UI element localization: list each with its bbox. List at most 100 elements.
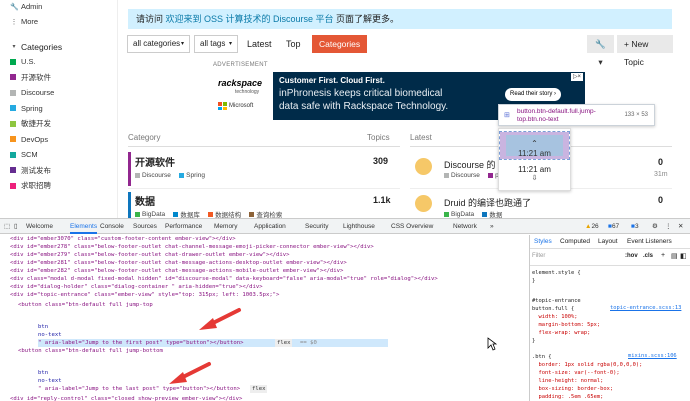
style-rule-line[interactable]: box-sizing: border-box; [530,385,690,393]
style-rule-line[interactable]: width: 100%; [530,313,690,321]
styles-filter-input[interactable]: Filter [532,253,612,263]
device-toggle-icon[interactable]: ▯ [14,219,18,234]
tab-console[interactable]: Console [100,219,124,234]
subcategory-tag[interactable]: Discourse [135,172,171,179]
subcategory-tag[interactable]: Spring [179,172,205,179]
tab-lighthouse[interactable]: Lighthouse [343,219,375,234]
tab-welcome[interactable]: Welcome [26,219,53,234]
rendering-icon[interactable]: ▤ [671,252,678,260]
layout-tab[interactable]: Layout [598,238,618,245]
tab-memory[interactable]: Memory [214,219,237,234]
sidebar-item-category[interactable]: Discourse [0,86,118,99]
jump-bottom-button[interactable]: 11:21 am ⇩ [500,165,569,189]
new-topic-button[interactable]: + New Topic [617,35,673,67]
class-toggle[interactable]: .cls [643,253,653,259]
styles-pane: Styles Computed Layout Event Listeners F… [529,235,690,401]
latest-topic-title[interactable]: Druid 的编译也跑通了 [444,196,531,209]
dom-node-line[interactable]: <button class="btn-default full jump-bot… [18,347,163,355]
dom-node-line[interactable]: <div id="reply-control" class="closed sh… [10,395,242,401]
style-rule-line[interactable]: line-height: normal; [530,377,690,385]
tab-application[interactable]: Application [254,219,286,234]
flex-badge[interactable]: flex [250,385,268,393]
dom-node-line[interactable]: no-text [38,377,62,385]
sidebar-toggle-icon[interactable]: ◧ [680,252,687,260]
dom-node-line[interactable]: <div id="ember3070" class="custom-footer… [10,235,236,243]
computed-tab[interactable]: Computed [560,238,590,245]
category-row[interactable]: 数据 BigData 数据库 数据结构 查询检索 1.1k [128,192,400,219]
style-rule-line[interactable]: flex-wrap: wrap; [530,329,690,337]
ad-cta-button[interactable]: Read their story › [505,88,562,101]
tab-security[interactable]: Security [305,219,328,234]
more-tabs-icon[interactable]: » [490,219,494,234]
divider [530,265,690,266]
dom-node-line[interactable]: <div class="modal d-modal fixed-modal hi… [10,275,438,283]
kebab-menu-icon[interactable]: ⋮ [665,219,672,234]
latest-topic-row[interactable]: Druid 的编译也跑通了 BigData 数据 0 [410,192,672,219]
tab-sources[interactable]: Sources [133,219,157,234]
sidebar-item-category[interactable]: 敏捷开发 [0,117,118,130]
style-rule-line[interactable]: font-size: var(--font-0); [530,369,690,377]
avatar[interactable] [415,158,432,175]
dom-node-line[interactable]: " aria-label="Jump to the last post" typ… [38,385,240,393]
sidebar-item-category[interactable]: 开源软件 [0,71,118,84]
tab-css-overview[interactable]: CSS Overview [391,219,433,234]
dom-node-line[interactable]: <div id="topic-entrance" class="ember-vi… [10,291,279,299]
dom-node-line[interactable]: " aria-label="Jump to the first post" ty… [38,339,388,347]
elements-tree[interactable]: <div id="ember3070" class="custom-footer… [0,235,528,401]
categories-section-header[interactable]: ▾ Categories [0,40,118,53]
dom-node-line[interactable]: btn [38,323,48,331]
nav-categories[interactable]: Categories [312,35,368,53]
topic-category-tag[interactable]: BigData [444,211,474,218]
subcategory-tag[interactable]: BigData [135,211,165,218]
ad-choices-icon[interactable]: ▷× [571,73,583,81]
dom-node-line[interactable]: <div id="ember279" class="below-footer-o… [10,251,290,259]
category-name[interactable]: 开源软件 [135,154,175,169]
topic-category-tag[interactable]: Discourse [444,172,480,179]
category-name[interactable]: 数据 [135,193,155,208]
inspect-icon[interactable]: ⬚ [4,219,10,234]
flex-badge[interactable]: flex [275,339,293,347]
info-badge[interactable]: ■3 [631,219,639,234]
dom-node-line[interactable]: <div id="ember282" class="below-footer-o… [10,267,343,275]
category-dropdown[interactable]: all categories ▾ [127,35,190,53]
inspector-tooltip: ⊞ button.btn-default.full.jump-top.btn.n… [498,104,655,126]
gear-icon[interactable]: ⚙ [652,219,658,234]
dom-node-line[interactable]: btn [38,369,48,377]
errors-badge[interactable]: ■67 [608,219,619,234]
avatar[interactable] [415,195,432,212]
styles-tab[interactable]: Styles [534,238,552,245]
dom-node-line[interactable]: <div id="ember281" class="below-footer-o… [10,259,347,267]
close-icon[interactable]: ✕ [678,219,683,234]
sidebar-item-category[interactable]: 求职招聘 [0,179,118,192]
hover-state-toggle[interactable]: :hov [625,253,638,259]
tab-elements[interactable]: Elements [70,219,98,234]
dom-node-line[interactable]: <div id="dialog-holder" class="dialog-co… [10,283,263,291]
tag-dropdown[interactable]: all tags ▾ [194,35,238,53]
tab-network[interactable]: Network [453,219,477,234]
sidebar-item-category[interactable]: 测试发布 [0,164,118,177]
sidebar-item-admin[interactable]: 🔧 Admin [0,0,118,13]
sidebar-item-category[interactable]: SCM [0,148,118,161]
admin-wrench-button[interactable]: 🔧▾ [587,35,614,67]
event-listeners-tab[interactable]: Event Listeners [627,238,672,245]
dom-node-line[interactable]: no-text [38,331,62,339]
warnings-badge[interactable]: ▲26 [585,219,599,234]
tab-performance[interactable]: Performance [165,219,202,234]
add-rule-icon[interactable]: + [661,252,665,259]
category-row[interactable]: 开源软件 Discourse Spring 309 [128,152,400,190]
jump-top-button[interactable]: ⌃ 11:21 am [499,131,570,160]
style-rule-line[interactable]: border: 1px solid rgba(0,0,0,0); [530,361,690,369]
banner-link[interactable]: 欢迎来到 OSS 计算技术的 Discourse 平台 [166,14,334,24]
style-source-link[interactable]: topic-entrance.scss:13 [610,305,681,311]
style-rule-line[interactable]: margin-bottom: 5px; [530,321,690,329]
latest-topic-title[interactable]: Discourse 的 [444,158,496,171]
sidebar-item-category[interactable]: Spring [0,102,118,115]
dom-node-line[interactable]: <button class="btn-default full jump-top [18,301,153,309]
sidebar-item-more[interactable]: ⋮ More [0,15,118,28]
nav-top[interactable]: Top [286,35,301,53]
style-source-link[interactable]: mixins.scss:106 [628,353,677,359]
sidebar-item-category[interactable]: DevOps [0,133,118,146]
sidebar-item-category[interactable]: U.S. [0,55,118,68]
dom-node-line[interactable]: <div id="ember278" class="below-footer-o… [10,243,374,251]
nav-latest[interactable]: Latest [247,35,272,53]
